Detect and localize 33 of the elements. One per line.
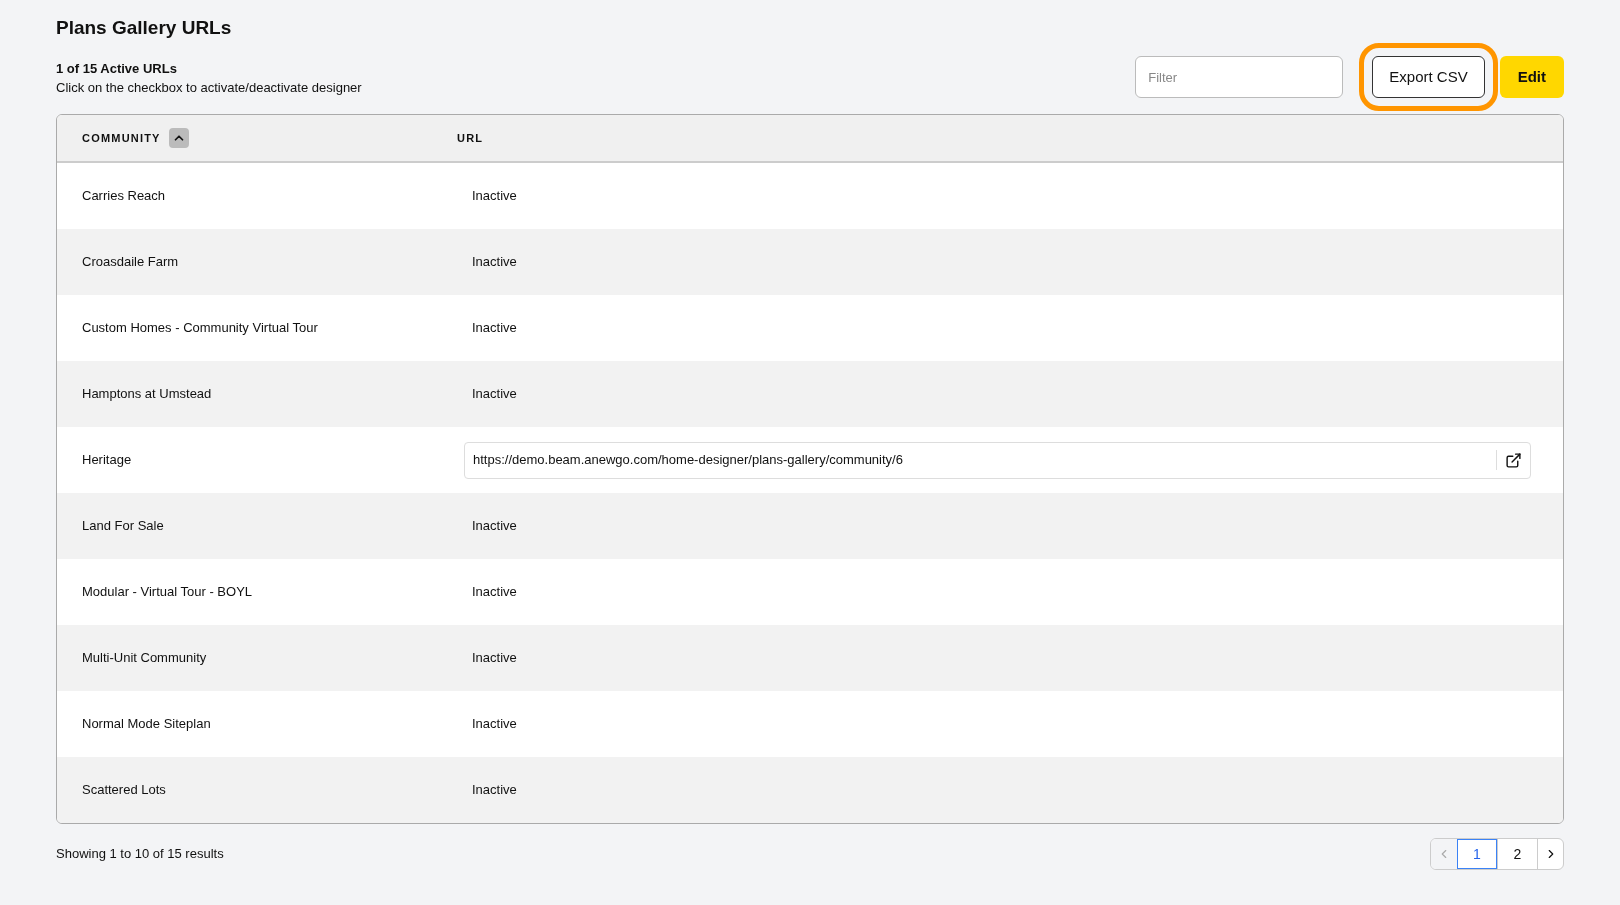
status-text: Inactive [471, 253, 517, 272]
community-cell-text: Carries Reach [81, 187, 167, 206]
community-cell-text: Land For Sale [81, 517, 165, 536]
column-header[interactable]: COMMUNITY [82, 129, 161, 147]
active-count: 1 of 15 Active URLs [56, 60, 178, 78]
community-cell-text: Multi-Unit Community [81, 649, 208, 668]
status-text: Inactive [471, 649, 517, 668]
page-button[interactable]: 1 [1457, 839, 1497, 869]
community-cell-text: Normal Mode Siteplan [81, 715, 212, 734]
page-title: Plans Gallery URLs [56, 16, 233, 40]
export-csv-button[interactable]: Export CSV [1372, 56, 1485, 98]
community-cell-text: Modular - Virtual Tour - BOYL [81, 583, 254, 602]
filter-field[interactable]: Filter [1135, 56, 1344, 98]
community-cell-text: Croasdaile Farm [81, 253, 180, 272]
edit-button[interactable]: Edit [1499, 56, 1564, 98]
status-text: Inactive [471, 781, 517, 800]
community-cell-text: Custom Homes - Community Virtual Tour [81, 319, 319, 338]
page-button[interactable]: 2 [1497, 839, 1537, 869]
community-cell-text: Scattered Lots [81, 781, 167, 800]
community-cell-text: Hamptons at Umstead [81, 385, 213, 404]
column-header[interactable]: URL [457, 129, 484, 147]
external-link-icon[interactable] [1505, 451, 1522, 469]
url-field[interactable]: https://demo.beam.anewgo.com/home-designer/plans-gallery/community/6 [464, 441, 1531, 479]
sort-ascending-icon[interactable] [168, 128, 189, 148]
status-text: Inactive [471, 319, 517, 338]
hint-text: Click on the checkbox to activate/deactivate designer [56, 79, 362, 97]
status-text: Inactive [471, 517, 517, 536]
results-text: Showing 1 to 10 of 15 results [56, 845, 224, 864]
status-text: Inactive [471, 187, 517, 206]
status-text: Inactive [471, 715, 517, 734]
status-text: Inactive [471, 385, 517, 404]
status-text: Inactive [471, 583, 517, 602]
community-cell-text: Heritage [81, 451, 133, 470]
